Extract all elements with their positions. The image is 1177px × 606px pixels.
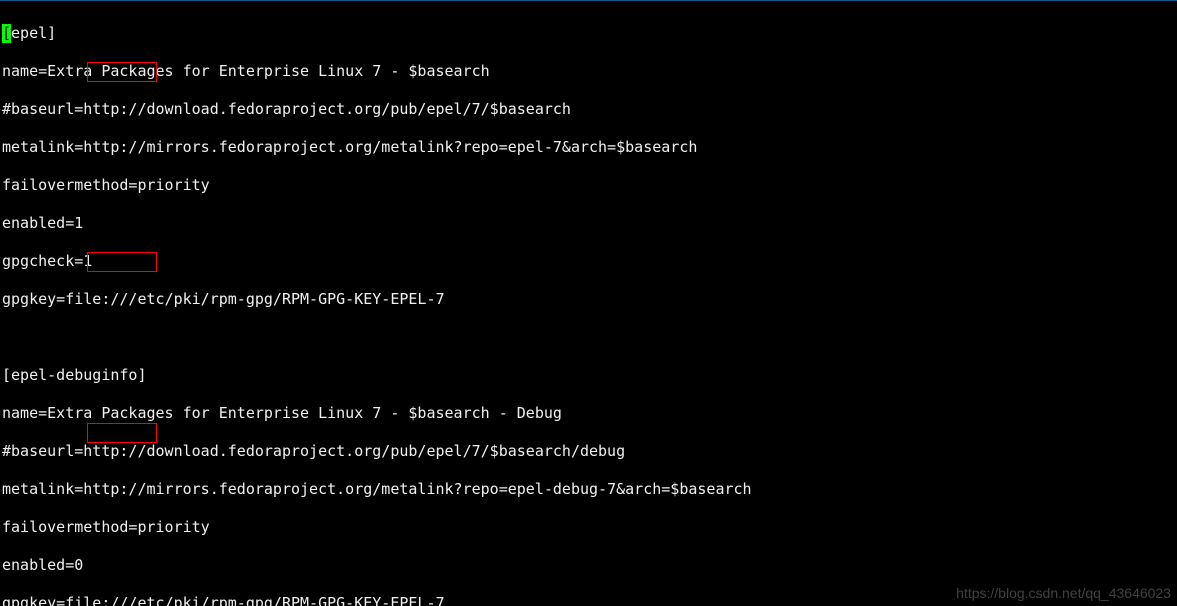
line-3a: metalink= (2, 138, 83, 156)
cursor: [ (2, 24, 11, 43)
line-13: failovermethod=priority (2, 518, 1175, 537)
line-11: #baseurl=http://download.fedoraproject.o… (2, 442, 1175, 461)
line-12b-http: http:// (83, 480, 146, 498)
line-0-rest: epel] (11, 24, 56, 42)
line-7: gpgkey=file:///etc/pki/rpm-gpg/RPM-GPG-K… (2, 290, 1175, 309)
line-10: name=Extra Packages for Enterprise Linux… (2, 404, 1175, 423)
line-4: failovermethod=priority (2, 176, 1175, 195)
line-8 (2, 328, 1175, 347)
line-14: enabled=0 (2, 556, 1175, 575)
highlight-box (87, 423, 157, 443)
line-1: name=Extra Packages for Enterprise Linux… (2, 62, 1175, 81)
line-3b-http: http:// (83, 138, 146, 156)
line-3: metalink=http://mirrors.fedoraproject.or… (2, 138, 1175, 157)
line-12c: mirrors.fedoraproject.org/metalink?repo=… (147, 480, 752, 498)
line-3c: mirrors.fedoraproject.org/metalink?repo=… (147, 138, 698, 156)
line-9: [epel-debuginfo] (2, 366, 1175, 385)
line-5: enabled=1 (2, 214, 1175, 233)
line-15: gpgkey=file:///etc/pki/rpm-gpg/RPM-GPG-K… (2, 594, 1175, 606)
line-12: metalink=http://mirrors.fedoraproject.or… (2, 480, 1175, 499)
line-0: [epel] (2, 24, 1175, 43)
terminal-editor[interactable]: [epel] name=Extra Packages for Enterpris… (0, 0, 1177, 606)
line-12a: metalink= (2, 480, 83, 498)
line-2: #baseurl=http://download.fedoraproject.o… (2, 100, 1175, 119)
line-6: gpgcheck=1 (2, 252, 1175, 271)
